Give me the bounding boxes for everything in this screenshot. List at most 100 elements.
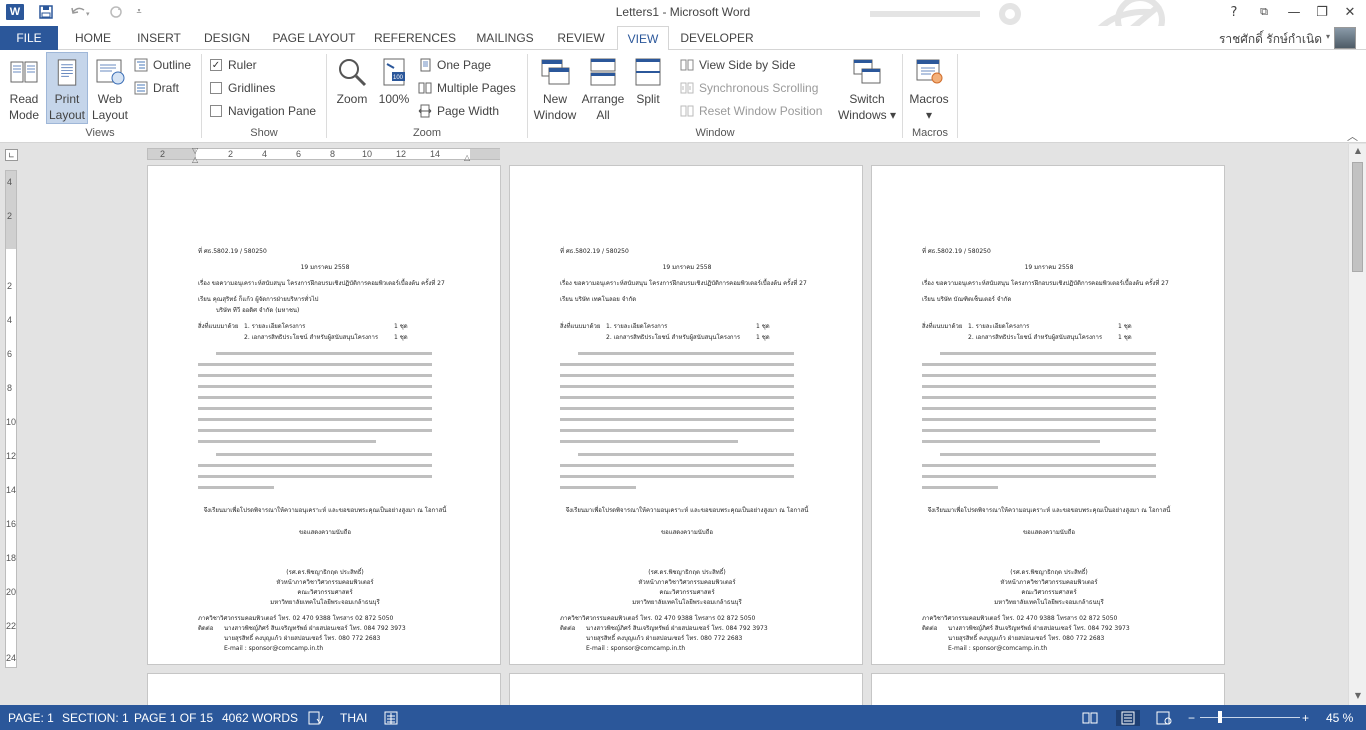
macros-button[interactable]: Macros ▾: [906, 52, 952, 124]
switch-windows-button[interactable]: Switch Windows ▾: [836, 52, 898, 124]
letter-signer-faculty: คณะวิศวกรรมศาสตร์: [1021, 589, 1077, 596]
tab-file[interactable]: FILE: [0, 26, 58, 50]
document-page[interactable]: ที่ ศธ.5802.19 / 580250 19 มกราคม 2558 เรื…: [147, 165, 501, 665]
zoom-percent[interactable]: 45 %: [1326, 710, 1353, 726]
multiple-pages-button[interactable]: Multiple Pages: [418, 78, 516, 98]
paragraph-text-line: [940, 352, 1156, 355]
status-page-of[interactable]: PAGE 1 OF 15: [134, 710, 213, 726]
tab-page-layout[interactable]: PAGE LAYOUT: [266, 26, 362, 50]
read-mode-view-icon[interactable]: [1082, 710, 1098, 726]
tab-mailings[interactable]: MAILINGS: [468, 26, 542, 50]
web-layout-button[interactable]: Web Layout: [90, 52, 130, 124]
read-mode-button[interactable]: Read Mode: [4, 52, 44, 124]
status-page[interactable]: PAGE: 1: [8, 710, 54, 726]
document-page[interactable]: ที่ ศธ.5802.19 / 580250 19 มกราคม 2558 เรื…: [871, 165, 1225, 665]
ribbon-display-options-icon[interactable]: ⧉: [1250, 0, 1278, 24]
tab-references[interactable]: REFERENCES: [372, 26, 458, 50]
customize-qat-icon[interactable]: ⩡: [132, 2, 146, 22]
tab-home[interactable]: HOME: [64, 26, 122, 50]
ruler-tick-label: 12: [6, 451, 17, 461]
web-layout-view-icon[interactable]: [1156, 710, 1172, 726]
collapse-ribbon-icon[interactable]: ︿: [1347, 128, 1358, 144]
right-indent-icon[interactable]: △: [464, 153, 472, 162]
ruler-checkbox[interactable]: ✓ Ruler: [210, 55, 257, 75]
contact-label: ติดต่อ: [560, 625, 576, 632]
paragraph-text-line: [560, 407, 794, 410]
paragraph-text-line: [560, 363, 794, 366]
proofing-icon[interactable]: [308, 710, 324, 726]
word-logo-icon[interactable]: W: [6, 4, 24, 20]
status-word-count[interactable]: 4062 WORDS: [222, 710, 298, 726]
document-page[interactable]: ที่ ศธ.5802.19 / 580250 19 มกราคม 2558 เรื…: [509, 165, 863, 665]
save-icon[interactable]: [36, 2, 56, 22]
split-button[interactable]: Split: [628, 52, 668, 124]
scrollbar-thumb[interactable]: [1352, 162, 1363, 272]
outline-icon: [134, 58, 148, 72]
vertical-scrollbar[interactable]: ▲ ▼: [1348, 144, 1366, 705]
first-line-indent-icon[interactable]: ▽: [192, 146, 200, 155]
document-workspace[interactable]: ที่ ศธ.5802.19 / 580250 19 มกราคม 2558 เรื…: [22, 165, 1348, 705]
paragraph-text-line: [198, 407, 432, 410]
paragraph-text-line: [198, 385, 432, 388]
zoom-out-button[interactable]: −: [1188, 710, 1195, 726]
ruler-tick-label: 20: [6, 587, 17, 597]
new-window-button[interactable]: New Window: [532, 52, 578, 124]
zoom-100-button[interactable]: 100 100%: [376, 52, 412, 124]
account-dropdown-icon[interactable]: ▾: [1326, 32, 1330, 41]
switch-windows-icon: [853, 59, 881, 84]
document-page[interactable]: [147, 673, 501, 705]
avatar[interactable]: [1334, 27, 1356, 49]
zoom-in-button[interactable]: +: [1302, 710, 1309, 726]
read-mode-label-2: Mode: [8, 108, 40, 122]
status-language[interactable]: THAI: [340, 710, 367, 726]
paragraph-text-line: [198, 429, 432, 432]
print-layout-button[interactable]: Print Layout: [46, 52, 88, 124]
tab-design[interactable]: DESIGN: [196, 26, 258, 50]
scroll-up-icon[interactable]: ▲: [1352, 146, 1364, 158]
document-page[interactable]: [509, 673, 863, 705]
navigation-pane-checkbox[interactable]: Navigation Pane: [210, 101, 316, 121]
gridlines-checkbox[interactable]: Gridlines: [210, 78, 275, 98]
view-side-by-side-button[interactable]: View Side by Side: [680, 55, 796, 75]
zoom-button[interactable]: Zoom: [332, 52, 372, 124]
reset-window-position-button[interactable]: Reset Window Position: [680, 101, 822, 121]
paragraph-text-line: [198, 440, 376, 443]
new-window-label-1: New: [542, 92, 567, 106]
arrange-all-button[interactable]: Arrange All: [580, 52, 626, 124]
tab-selector-icon[interactable]: ∟: [5, 149, 18, 161]
macros-label-1: Macros: [909, 92, 949, 106]
paragraph-text-line: [198, 396, 432, 399]
page-width-button[interactable]: Page Width: [418, 101, 499, 121]
vertical-ruler[interactable]: 4 2 2 4 6 8 10 12 14 16 18 20 22 24: [5, 170, 17, 668]
tab-review[interactable]: REVIEW: [550, 26, 612, 50]
one-page-button[interactable]: One Page: [418, 55, 491, 75]
draft-button[interactable]: Draft: [134, 78, 179, 98]
paragraph-text-line: [198, 418, 432, 421]
horizontal-ruler[interactable]: 2 2 4 6 8 10 12 14 ▽ △ △: [147, 146, 500, 164]
print-layout-view-icon[interactable]: [1116, 710, 1140, 726]
hanging-indent-icon[interactable]: △: [192, 155, 200, 164]
status-section[interactable]: SECTION: 1: [62, 710, 129, 726]
macro-record-icon[interactable]: [384, 710, 398, 726]
paragraph-text-line: [922, 418, 1156, 421]
document-page[interactable]: [871, 673, 1225, 705]
user-account-name[interactable]: ราชศักดิ์ รักษ์กำเนิด: [1219, 30, 1322, 49]
contact-person: นายสุรสิทธิ์ คงบุญแก้ว ฝ่ายสปอนเซอร์ โทร…: [948, 635, 1105, 642]
tab-view[interactable]: VIEW: [617, 26, 669, 51]
zoom-slider[interactable]: [1200, 717, 1300, 718]
scroll-down-icon[interactable]: ▼: [1352, 691, 1364, 703]
close-icon[interactable]: ✕: [1336, 0, 1364, 24]
undo-icon[interactable]: ▾: [64, 2, 98, 22]
outline-button[interactable]: Outline: [134, 55, 191, 75]
maximize-icon[interactable]: ❐: [1308, 0, 1336, 24]
synchronous-scrolling-button[interactable]: Synchronous Scrolling: [680, 78, 818, 98]
minimize-icon[interactable]: —: [1280, 0, 1308, 24]
tab-insert[interactable]: INSERT: [130, 26, 188, 50]
redo-icon[interactable]: [106, 2, 126, 22]
paragraph-text-line: [922, 429, 1156, 432]
side-by-side-icon: [680, 59, 694, 71]
view-side-by-side-label: View Side by Side: [699, 58, 796, 72]
help-icon[interactable]: ?: [1220, 0, 1248, 24]
zoom-slider-thumb[interactable]: [1218, 711, 1222, 723]
tab-developer[interactable]: DEVELOPER: [676, 26, 758, 50]
